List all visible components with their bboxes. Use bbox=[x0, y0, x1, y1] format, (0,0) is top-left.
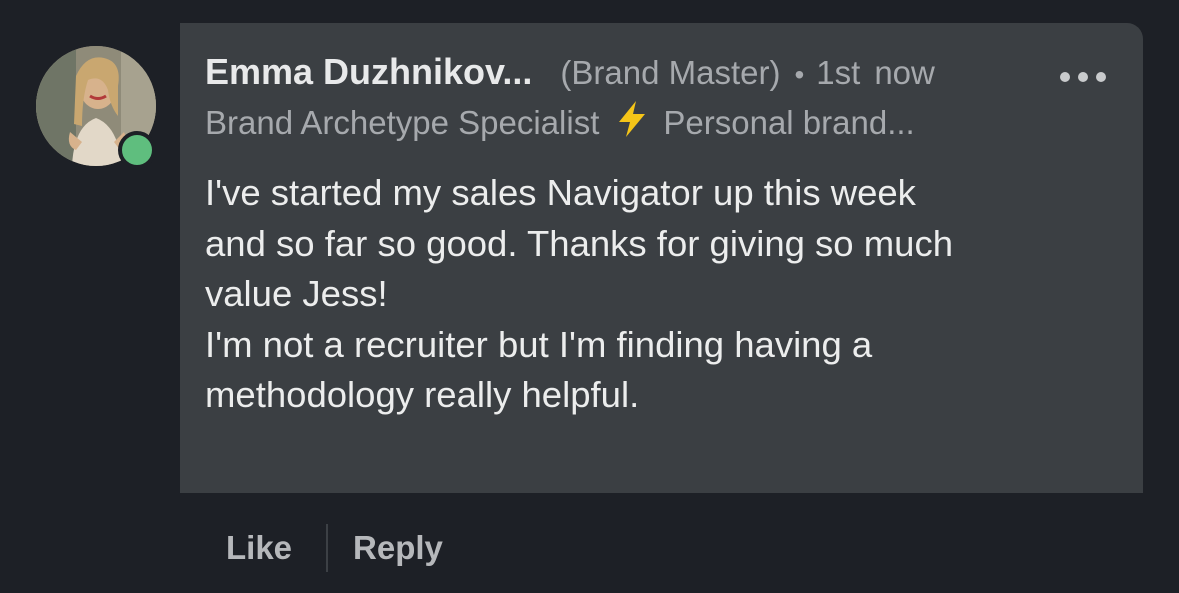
avatar-container[interactable] bbox=[36, 46, 156, 169]
comment-timestamp: now bbox=[874, 54, 935, 91]
meta-separator: • bbox=[794, 59, 805, 90]
connection-degree: 1st bbox=[816, 54, 861, 91]
comment-line: I've started my sales Navigator up this … bbox=[205, 172, 916, 213]
more-options-button[interactable] bbox=[1060, 68, 1106, 86]
like-button[interactable]: Like bbox=[226, 529, 292, 567]
comment-line: value Jess! bbox=[205, 273, 388, 314]
author-name[interactable]: Emma Duzhnikov... bbox=[205, 51, 532, 93]
comment-header: Emma Duzhnikov... (Brand Master) • 1st n… bbox=[205, 51, 935, 99]
comment-line: methodology really helpful. bbox=[205, 374, 640, 415]
comment-thread: Emma Duzhnikov... (Brand Master) • 1st n… bbox=[0, 0, 1179, 593]
action-divider bbox=[326, 524, 329, 572]
reply-button[interactable]: Reply bbox=[353, 529, 443, 567]
ellipsis-icon bbox=[1078, 72, 1088, 82]
headline-text-part2: Personal brand... bbox=[663, 104, 915, 141]
ellipsis-icon bbox=[1060, 72, 1070, 82]
author-headline: Brand Archetype Specialist Personal bran… bbox=[205, 100, 915, 146]
comment-bubble: Emma Duzhnikov... (Brand Master) • 1st n… bbox=[180, 23, 1143, 493]
comment-line: and so far so good. Thanks for giving so… bbox=[205, 222, 954, 264]
author-badge: (Brand Master) bbox=[560, 54, 781, 91]
comment-actions: Like Reply bbox=[226, 524, 443, 572]
headline-text-part1: Brand Archetype Specialist bbox=[205, 104, 600, 141]
comment-line: I'm not a recruiter but I'm finding havi… bbox=[205, 323, 873, 365]
lightning-bolt-icon bbox=[615, 100, 649, 146]
comment-body: I've started my sales Navigator up this … bbox=[205, 168, 1125, 421]
online-status-indicator bbox=[118, 131, 156, 169]
ellipsis-icon bbox=[1096, 72, 1106, 82]
